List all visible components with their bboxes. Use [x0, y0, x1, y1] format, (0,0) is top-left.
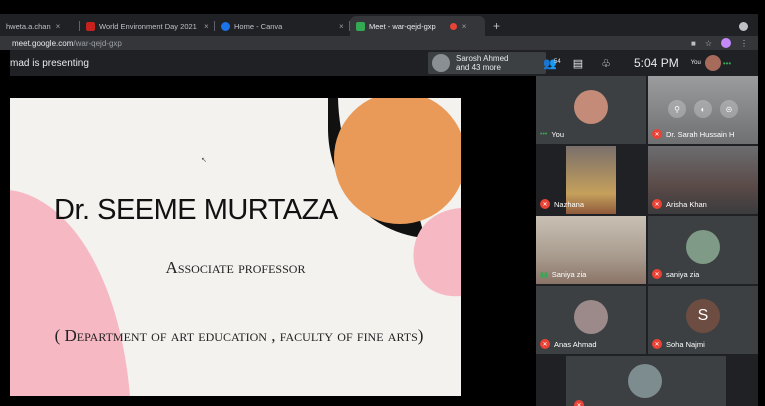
participant-label: Arisha Khan — [666, 199, 707, 209]
participant-tile[interactable]: S ✕ Soha Najmi — [648, 286, 758, 354]
presenter-text: Sarosh Ahmed and 43 more — [456, 54, 508, 72]
participant-tile[interactable]: ▮▮ Saniya zia — [536, 216, 646, 284]
slide-decoration — [10, 98, 461, 396]
browser-tab-strip: hweta.a.chan × World Environment Day 202… — [0, 14, 758, 36]
pin-icon[interactable]: ⚲ — [668, 100, 686, 118]
participant-label: Saniya zia — [551, 270, 587, 279]
mouse-cursor-icon: ↖ — [201, 157, 207, 164]
browser-tab-meet[interactable]: Meet - war-qejd-gxp × — [350, 16, 485, 36]
tab-search-icon[interactable] — [739, 21, 748, 31]
avatar — [686, 230, 720, 264]
mic-off-icon: ✕ — [540, 199, 550, 209]
mic-off-icon: ✕ — [652, 339, 662, 349]
slide-title: Dr. SEEME MURTAZA — [54, 194, 338, 226]
avatar — [574, 300, 608, 334]
activities-button[interactable]: ♧ — [592, 57, 620, 70]
mic-off-icon: ✕ — [652, 199, 662, 209]
mic-off-icon: ✕ — [652, 129, 662, 139]
tab-title: Home - Canva — [234, 21, 283, 31]
url-path: /war-qejd-gxp — [73, 38, 122, 48]
participant-name: ✕ Soha Najmi — [652, 339, 705, 349]
participant-name: ✕ Arisha Khan — [652, 199, 707, 209]
participant-tile[interactable]: ⚲ ◐ ⊝ ✕ Dr. Sarah Hussain H — [648, 76, 758, 144]
address-bar[interactable]: meet.google.com/war-qejd-gxp ■ ☆ ⋮ — [0, 36, 758, 50]
chat-button[interactable]: ▤ — [564, 57, 592, 70]
news-favicon-icon — [86, 21, 95, 31]
recording-indicator-icon — [449, 22, 457, 30]
presenting-label: mad is presenting — [10, 57, 89, 69]
self-view-avatar[interactable] — [704, 55, 721, 71]
canva-favicon-icon — [221, 21, 230, 31]
screen: hweta.a.chan × World Environment Day 202… — [0, 0, 765, 406]
chat-icon: ▤ — [572, 57, 584, 70]
participant-name: ▮▮ Saniya zia — [540, 270, 586, 279]
slide-department: ( Department of art education , faculty … — [54, 326, 424, 345]
avatar: S — [686, 299, 720, 333]
bookmark-star-icon[interactable]: ☆ — [705, 39, 712, 48]
tile-controls: ⚲ ◐ ⊝ — [668, 100, 738, 118]
url-host: meet.google.com — [12, 38, 74, 48]
participant-label: Dr. Sarah Hussain H — [666, 129, 735, 139]
participant-tile[interactable]: ✕ Arisha Khan — [648, 146, 758, 214]
participant-tile[interactable]: ••• You — [536, 76, 646, 144]
participant-name: ✕ Dr. Sarah Hussain H — [652, 129, 734, 139]
avatar — [628, 364, 662, 398]
participant-name: ✕ Nazhana — [540, 199, 584, 209]
browser-tab-1[interactable]: hweta.a.chan × — [0, 16, 80, 36]
people-button[interactable]: 👥 54 — [536, 57, 564, 70]
people-count: 54 — [554, 58, 561, 65]
presentation-stage: ↖ Dr. SEEME MURTAZA Associate professor … — [10, 76, 536, 406]
remove-icon[interactable]: ⊝ — [720, 100, 738, 118]
camera-icon[interactable]: ■ — [691, 39, 696, 48]
mute-participant-icon[interactable]: ◐ — [694, 100, 712, 118]
meet-actions: 👥 54 ▤ ♧ 5:04 PM You ••• — [536, 50, 731, 76]
meet-top-bar: mad is presenting Sarosh Ahmed and 43 mo… — [10, 50, 758, 76]
meeting-clock: 5:04 PM — [634, 56, 679, 70]
new-tab-button[interactable]: + — [485, 16, 508, 36]
address-bar-icons: ■ ☆ ⋮ — [691, 38, 758, 48]
browser-tab-3[interactable]: Home - Canva × — [215, 16, 350, 36]
tab-title: Meet - war-qejd-gxp — [369, 21, 436, 31]
more-dots-icon[interactable]: ••• — [723, 59, 731, 68]
close-icon[interactable]: × — [462, 22, 467, 31]
participant-tile[interactable]: ✕ saniya zia — [648, 216, 758, 284]
slide-subtitle: Associate professor — [165, 258, 306, 277]
participant-label: Nazhana — [554, 199, 585, 209]
mic-off-icon: ✕ — [540, 339, 550, 349]
meet-favicon-icon — [356, 21, 365, 31]
tab-title: World Environment Day 2021 — [99, 21, 197, 31]
you-label: You — [690, 60, 701, 66]
participant-label: Soha Najmi — [666, 339, 705, 349]
mic-off-icon: ✕ — [574, 400, 584, 406]
participant-label: You — [551, 130, 565, 139]
participant-name: ••• You — [540, 130, 564, 139]
close-icon[interactable]: × — [339, 22, 344, 31]
kebab-menu-icon[interactable]: ⋮ — [740, 39, 748, 48]
speaking-indicator-icon: ▮▮ — [540, 271, 548, 279]
presentation-slide: ↖ Dr. SEEME MURTAZA Associate professor … — [10, 98, 461, 396]
presenter-more: and 43 more — [456, 63, 501, 72]
browser-tab-2[interactable]: World Environment Day 2021 × — [80, 16, 215, 36]
browser-menu-area — [739, 16, 758, 36]
participant-grid: ••• You ⚲ ◐ ⊝ ✕ Dr. Sarah Hussain H ✕ Na… — [536, 76, 758, 406]
participant-label: saniya zia — [666, 269, 700, 279]
audio-indicator-icon: ••• — [540, 131, 548, 138]
close-icon[interactable]: × — [56, 22, 61, 31]
tab-title: hweta.a.chan — [6, 21, 51, 31]
presenter-chip[interactable]: Sarosh Ahmed and 43 more — [428, 52, 546, 74]
participant-tile-partial[interactable]: ✕ — [566, 356, 726, 406]
avatar — [574, 90, 608, 124]
activities-icon: ♧ — [601, 57, 611, 70]
participant-name: ✕ Anas Ahmad — [540, 339, 597, 349]
mic-off-icon: ✕ — [652, 269, 662, 279]
participant-label: Anas Ahmad — [554, 339, 597, 349]
close-icon[interactable]: × — [204, 22, 209, 31]
participant-tile[interactable]: ✕ Anas Ahmad — [536, 286, 646, 354]
participant-tile[interactable]: ✕ Nazhana — [536, 146, 646, 214]
participant-name: ✕ saniya zia — [652, 269, 699, 279]
profile-avatar-icon[interactable] — [721, 38, 731, 48]
presenter-avatar — [432, 54, 450, 72]
presenter-name: Sarosh Ahmed — [456, 54, 509, 63]
